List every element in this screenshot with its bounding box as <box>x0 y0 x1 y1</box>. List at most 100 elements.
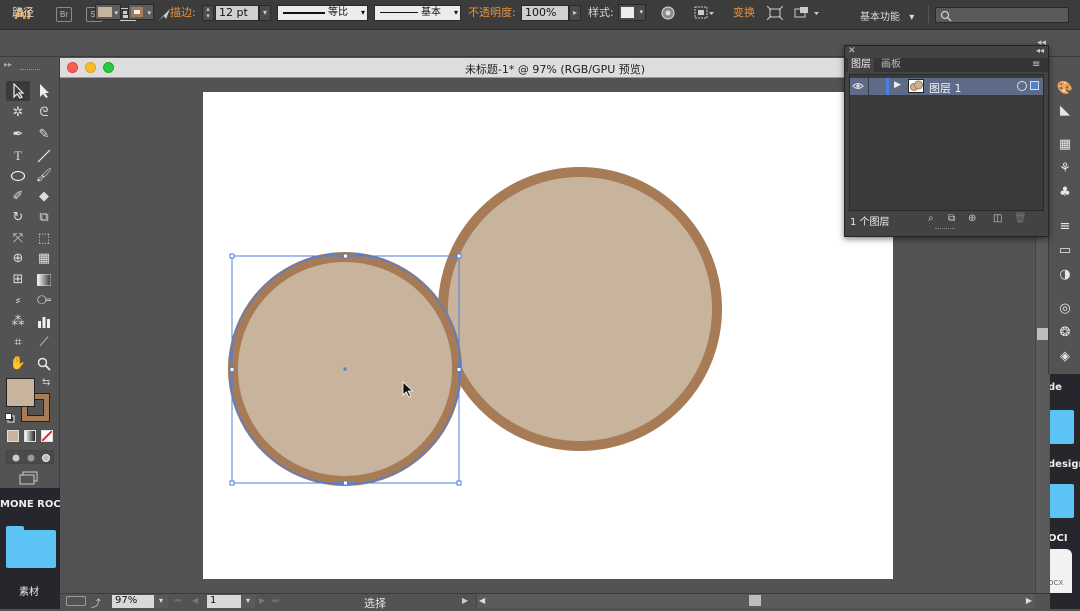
create-sublayer-icon[interactable]: ⊕ <box>968 213 976 224</box>
zoom-field[interactable]: 97% <box>112 595 154 608</box>
stroke-color-swatch[interactable]: ▾ <box>128 4 154 20</box>
artwork-canvas[interactable] <box>203 92 893 579</box>
appearance-panel-icon[interactable]: ◎ <box>1056 300 1074 318</box>
folder-icon[interactable] <box>1048 484 1074 518</box>
fill-color-box[interactable] <box>6 378 35 407</box>
panel-menu-icon[interactable]: ≡ <box>1032 59 1040 70</box>
align-options-icon[interactable] <box>694 6 716 20</box>
transparency-panel-icon[interactable]: ◑ <box>1056 266 1074 284</box>
panel-collapse-icon[interactable]: ◂◂ <box>1036 46 1044 55</box>
blend-tool-icon[interactable]: ⧃ <box>32 291 56 311</box>
opacity-field[interactable]: 100% <box>521 5 569 21</box>
type-tool-icon[interactable]: T <box>6 146 30 166</box>
next-artboard-icon[interactable]: ▶ <box>259 596 265 605</box>
graphic-style-swatch[interactable]: ▾ <box>618 4 646 21</box>
eye-icon[interactable] <box>852 80 864 92</box>
draw-mode-icons[interactable] <box>6 450 54 464</box>
isolate-object-icon[interactable] <box>766 5 784 21</box>
bridge-button[interactable]: Br <box>56 7 72 22</box>
opacity-label[interactable]: 不透明度: <box>468 5 516 20</box>
chevron-right-icon[interactable]: ▶ <box>462 596 468 605</box>
symbols-panel-icon[interactable]: ♣ <box>1056 184 1074 202</box>
artboard-number-field[interactable]: 1 <box>207 595 241 608</box>
zoom-tool-icon[interactable] <box>32 354 56 374</box>
screen-mode-icon[interactable] <box>19 471 39 485</box>
symbol-sprayer-tool-icon[interactable]: ⁂ <box>6 312 30 332</box>
previous-artboard-icon[interactable]: ◀ <box>192 596 198 605</box>
target-icon[interactable] <box>1017 81 1027 91</box>
folder-icon[interactable] <box>6 526 56 568</box>
brush-definition-dropdown[interactable]: 基本 ▾ <box>374 5 461 21</box>
trash-icon[interactable]: 🗑 <box>1014 213 1027 224</box>
hand-tool-icon[interactable]: ✋ <box>6 354 30 374</box>
color-guide-icon[interactable]: ◣ <box>1056 102 1074 120</box>
document-file-icon[interactable]: OCX <box>1048 549 1072 593</box>
large-circle[interactable] <box>438 167 722 451</box>
last-artboard-icon[interactable]: ⏭ <box>272 596 279 606</box>
color-panel-icon[interactable]: 🎨 <box>1056 80 1074 98</box>
chevron-down-icon[interactable]: ▾ <box>241 595 255 608</box>
new-layer-icon[interactable]: ◫ <box>993 213 1002 224</box>
gradient-mode-icon[interactable] <box>24 430 36 442</box>
chevron-right-icon[interactable]: ▸ <box>569 5 581 21</box>
recolor-artwork-icon[interactable] <box>661 6 675 20</box>
fill-color-swatch[interactable]: ▾ <box>95 4 121 20</box>
default-fill-stroke-icon[interactable] <box>5 413 15 423</box>
rotate-tool-icon[interactable]: ↻ <box>6 208 30 228</box>
workspace-switcher[interactable]: 基本功能 ▾ <box>860 8 914 23</box>
column-graph-tool-icon[interactable] <box>32 312 56 332</box>
slice-tool-icon[interactable]: ⟋ <box>32 333 56 353</box>
pen-tool-icon[interactable]: ✒ <box>6 125 30 145</box>
close-icon[interactable]: ✕ <box>848 46 856 56</box>
shape-builder-tool-icon[interactable]: ⊕ <box>6 249 30 269</box>
layer-name[interactable]: 图层 1 <box>929 80 962 96</box>
expand-panel-icon[interactable]: ▸▸ <box>4 60 12 69</box>
width-tool-icon[interactable]: ⤧ <box>6 229 30 249</box>
tab-artboards[interactable]: 画板 <box>878 58 904 72</box>
make-clipping-mask-icon[interactable]: ⧉ <box>948 213 955 224</box>
gradient-panel-icon[interactable]: ▭ <box>1056 242 1074 260</box>
stroke-label[interactable]: 描边: <box>170 5 196 20</box>
transform-button[interactable]: 变换 <box>733 5 755 20</box>
first-artboard-icon[interactable]: ⏮ <box>174 596 181 606</box>
mesh-tool-icon[interactable]: ⊞ <box>6 270 30 290</box>
layers-panel-icon[interactable]: ◈ <box>1056 348 1074 366</box>
none-mode-icon[interactable] <box>41 430 53 442</box>
lasso-tool-icon[interactable]: ᘓ <box>32 103 56 123</box>
paintbrush-tool-icon[interactable]: 🖌 <box>32 166 56 186</box>
gradient-tool-icon[interactable] <box>32 270 56 290</box>
selection-tool-icon[interactable] <box>6 81 30 101</box>
artboard-tool-icon[interactable]: ⌗ <box>6 333 30 353</box>
magic-wand-tool-icon[interactable]: ✲ <box>6 103 30 123</box>
locate-object-icon[interactable]: ⌕ <box>928 213 934 224</box>
chevron-down-icon[interactable]: ▾ <box>154 595 168 608</box>
stroke-weight-field[interactable]: 12 pt <box>215 5 259 21</box>
swap-fill-stroke-icon[interactable]: ⇆ <box>42 377 50 388</box>
tab-layers[interactable]: 图层 <box>848 58 874 72</box>
search-input[interactable] <box>935 7 1069 23</box>
variable-width-profile-dropdown[interactable]: 等比 ▾ <box>277 5 368 21</box>
stroke-weight-stepper[interactable]: ▴ ▾ <box>202 5 214 21</box>
folder-icon[interactable] <box>1048 410 1074 444</box>
scale-tool-icon[interactable]: ⧉ <box>32 208 56 228</box>
stroke-panel-icon[interactable]: ≡ <box>1056 218 1074 236</box>
arrange-panel-icon[interactable] <box>794 6 822 20</box>
screen-mode-icon[interactable] <box>66 596 86 606</box>
chevron-down-icon[interactable]: ▾ <box>259 5 271 21</box>
ellipse-tool-icon[interactable] <box>6 166 30 186</box>
free-transform-tool-icon[interactable]: ⬚ <box>32 229 56 249</box>
swatches-panel-icon[interactable]: ▦ <box>1056 136 1074 154</box>
vertical-scroll-thumb[interactable] <box>1037 328 1048 340</box>
brushes-panel-icon[interactable]: ⚘ <box>1056 160 1074 178</box>
horizontal-scroll-thumb[interactable] <box>749 595 761 606</box>
perspective-grid-tool-icon[interactable]: ▦ <box>32 249 56 269</box>
expand-layer-icon[interactable]: ▶ <box>894 80 901 90</box>
share-icon[interactable]: ⤴ <box>91 595 101 610</box>
curvature-tool-icon[interactable]: ✎ <box>32 125 56 145</box>
line-segment-tool-icon[interactable] <box>32 146 56 166</box>
eyedropper-tool-icon[interactable]: ⸗ <box>6 291 30 311</box>
horizontal-scrollbar[interactable]: ◀ ▶ <box>476 594 1035 608</box>
direct-selection-tool-icon[interactable] <box>32 81 56 101</box>
shaper-tool-icon[interactable]: ✐ <box>6 187 30 207</box>
selection-indicator[interactable] <box>1030 81 1039 90</box>
